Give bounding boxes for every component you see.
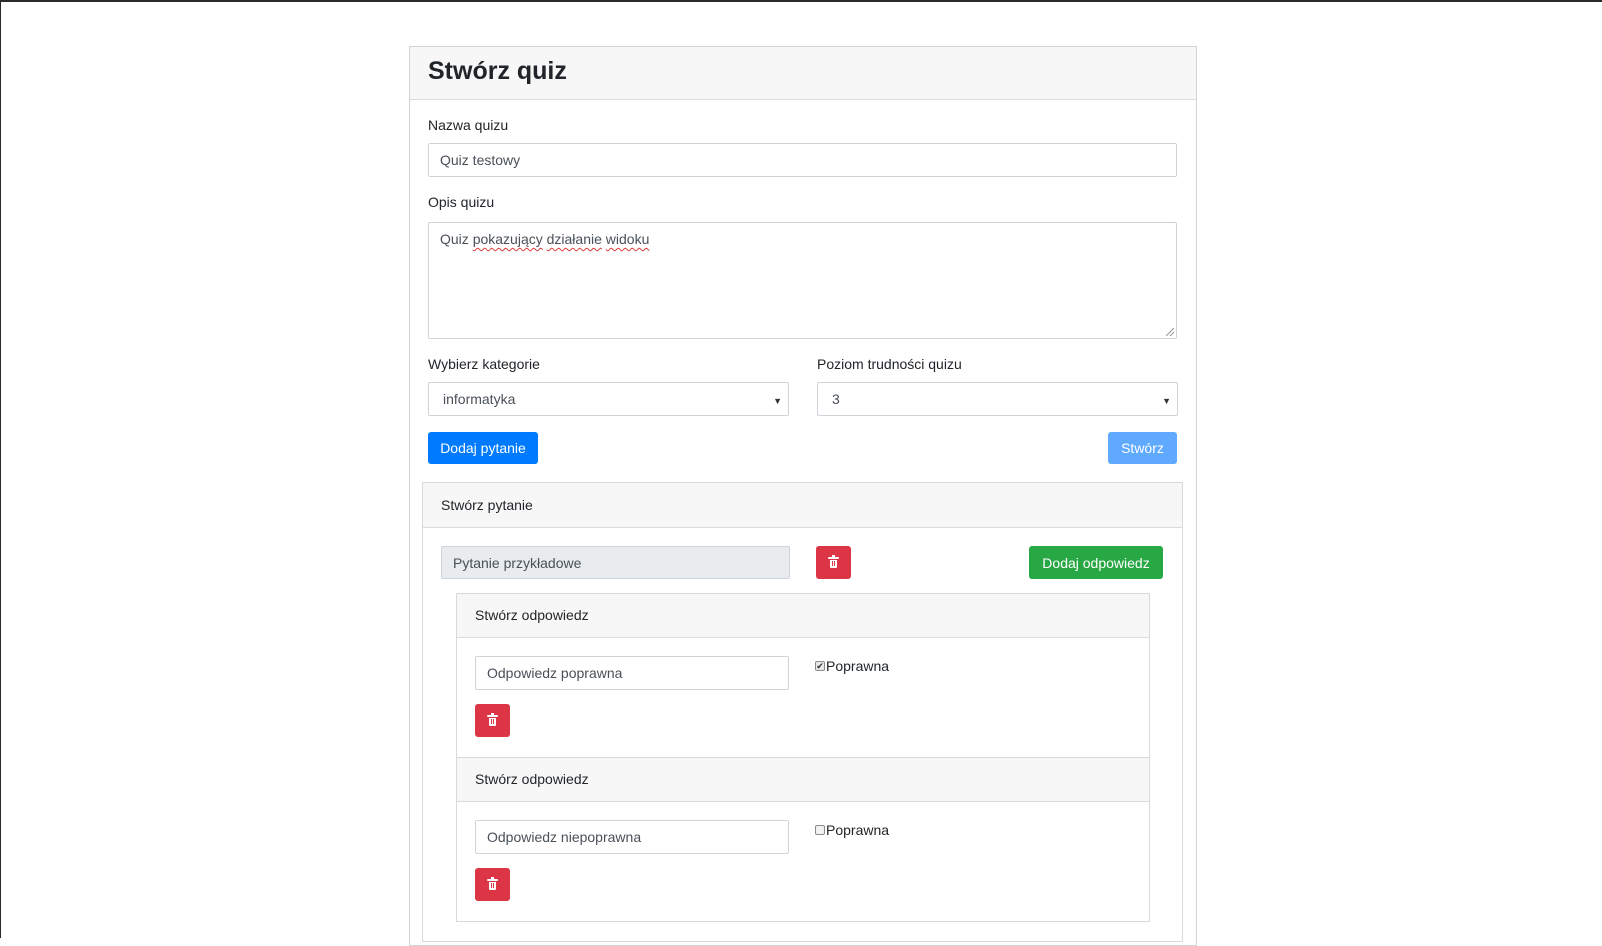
trash-icon: [828, 555, 839, 568]
question-input[interactable]: Pytanie przykładowe: [441, 546, 790, 579]
checkbox-unchecked-icon[interactable]: [815, 825, 825, 835]
question-card-title: Stwórz pytanie: [441, 497, 533, 513]
quiz-name-value: Quiz testowy: [440, 152, 521, 168]
chevron-down-icon: ▼: [1162, 396, 1171, 406]
quiz-description-value: Quiz pokazujący działanie widoku: [440, 231, 649, 247]
delete-answer-button[interactable]: [475, 704, 510, 737]
chevron-down-icon: ▼: [773, 396, 782, 406]
description-spellcheck-word: pokazujący: [472, 231, 543, 247]
create-question-card: Stwórz pytanie Pytanie przykładowe Dodaj…: [422, 482, 1183, 942]
create-answer-card: Stwórz odpowiedz Odpowiedz niepoprawna P…: [456, 757, 1150, 922]
quiz-name-input[interactable]: Quiz testowy: [428, 143, 1177, 177]
create-answer-card-header: Stwórz odpowiedz: [457, 594, 1149, 638]
difficulty-label: Poziom trudności quizu: [817, 356, 962, 372]
trash-icon: [487, 713, 498, 726]
category-selected-value: informatyka: [443, 391, 516, 407]
correct-checkbox-label: Poprawna: [826, 822, 890, 838]
window-left-border: [0, 0, 1, 938]
add-question-button[interactable]: Dodaj pytanie: [428, 432, 538, 464]
description-text-part: Quiz: [440, 231, 473, 247]
category-label: Wybierz kategorie: [428, 356, 540, 372]
correct-checkbox-label: Poprawna: [826, 658, 890, 674]
quiz-description-textarea[interactable]: Quiz pokazujący działanie widoku: [428, 222, 1177, 339]
create-answer-card-header: Stwórz odpowiedz: [457, 758, 1149, 802]
description-spellcheck-word: działanie: [546, 231, 602, 247]
create-quiz-button[interactable]: Stwórz: [1108, 432, 1177, 464]
quiz-description-label: Opis quizu: [428, 194, 495, 210]
question-value: Pytanie przykładowe: [453, 554, 582, 571]
correct-checkbox[interactable]: ✔ Poprawna: [815, 658, 889, 674]
answer-input[interactable]: Odpowiedz niepoprawna: [475, 820, 789, 854]
correct-checkbox[interactable]: Poprawna: [815, 822, 889, 838]
add-answer-button[interactable]: Dodaj odpowiedz: [1029, 546, 1163, 579]
create-answer-card: Stwórz odpowiedz Odpowiedz poprawna ✔ Po…: [456, 593, 1150, 758]
answer-card-title: Stwórz odpowiedz: [475, 771, 589, 787]
answer-value: Odpowiedz niepoprawna: [487, 829, 642, 845]
answer-value: Odpowiedz poprawna: [487, 665, 623, 681]
difficulty-select[interactable]: 3 ▼: [817, 382, 1178, 416]
answer-card-title: Stwórz odpowiedz: [475, 607, 589, 623]
page-title: Stwórz quiz: [428, 57, 567, 85]
difficulty-selected-value: 3: [832, 391, 840, 407]
delete-question-button[interactable]: [816, 546, 851, 579]
answer-input[interactable]: Odpowiedz poprawna: [475, 656, 789, 690]
delete-answer-button[interactable]: [475, 868, 510, 901]
description-spellcheck-word: widoku: [605, 231, 650, 247]
category-select[interactable]: informatyka ▼: [428, 382, 789, 416]
trash-icon: [487, 877, 498, 890]
create-question-card-header: Stwórz pytanie: [423, 483, 1182, 528]
resize-handle-icon[interactable]: [1166, 328, 1174, 336]
quiz-name-label: Nazwa quizu: [428, 117, 509, 133]
window-top-border: [0, 0, 1602, 2]
create-quiz-card-header: Stwórz quiz: [410, 47, 1196, 100]
checkbox-checked-icon[interactable]: ✔: [815, 661, 825, 671]
